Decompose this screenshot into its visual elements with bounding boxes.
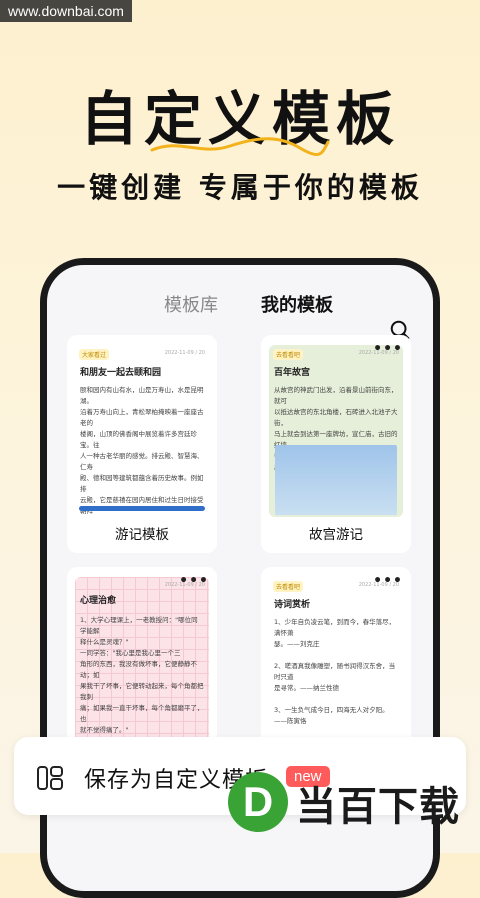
- preview-badge: 去看看吧: [273, 581, 304, 592]
- site-watermark: www.downbai.com: [0, 0, 132, 22]
- preview-body: 颐和园内有山有水，山是万寿山，水是昆明湖。 沿着万寿山向上，青松翠柏掩映着一座座…: [80, 386, 204, 515]
- more-options-icon[interactable]: •••: [373, 341, 403, 357]
- preview-title: 百年故宫: [274, 368, 311, 378]
- preview-badge: 去看看吧: [273, 349, 304, 360]
- preview-image-strip: [79, 506, 205, 511]
- brand-logo: D 当百下载: [228, 770, 480, 840]
- tab-my-templates-label: 我的模板: [261, 295, 333, 316]
- tab-bar: 模板库 我的模板: [47, 291, 433, 340]
- squiggle-underline-decoration: [150, 137, 330, 157]
- preview-badge: 大家看过: [79, 349, 110, 360]
- template-card-travel[interactable]: 大家看过 2022-11-09 / 20 和朋友一起去颐和园 颐和园内有山有水，…: [67, 335, 217, 553]
- logo-letter: D: [228, 772, 288, 832]
- card-label: 游记模板: [115, 527, 169, 543]
- logo-text: 当百下载: [296, 784, 460, 830]
- preview-photo: [275, 445, 397, 515]
- preview-date: 2022-11-09 / 20: [164, 350, 205, 356]
- preview-title: 心理治愈: [80, 596, 117, 606]
- card-label: 故宫游记: [309, 527, 363, 543]
- preview-title: 和朋友一起去颐和园: [80, 368, 162, 378]
- tab-my-templates[interactable]: 我的模板: [261, 291, 333, 317]
- hero-subtitle: 一键创建 专属于你的模板: [57, 171, 423, 204]
- template-preview: 大家看过 2022-11-09 / 20 和朋友一起去颐和园 颐和园内有山有水，…: [75, 345, 209, 517]
- preview-title: 诗词赏析: [274, 600, 311, 610]
- more-options-icon[interactable]: •••: [373, 573, 403, 589]
- template-preview: 去看看吧 2022-11-09 / 20 百年故宫 从故宫的神武门出发，沿着景山…: [269, 345, 403, 517]
- template-layout-icon: [37, 766, 63, 790]
- more-options-icon[interactable]: •••: [179, 573, 209, 589]
- template-card-palace[interactable]: 去看看吧 2022-11-09 / 20 百年故宫 从故宫的神武门出发，沿着景山…: [261, 335, 411, 553]
- tab-template-library[interactable]: 模板库: [164, 291, 218, 317]
